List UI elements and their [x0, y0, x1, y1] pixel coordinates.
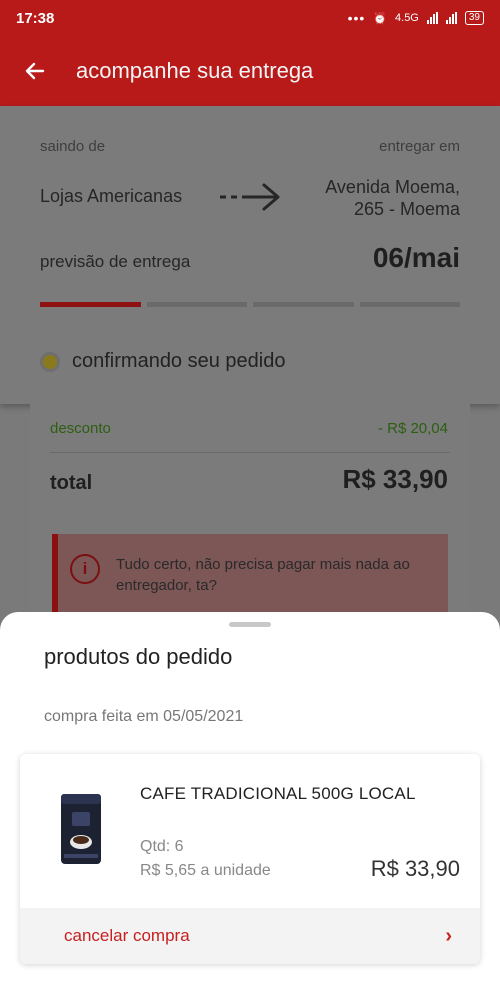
discount-label: desconto	[50, 420, 111, 437]
back-button[interactable]	[0, 59, 70, 83]
network-type: 4.5G	[395, 12, 419, 24]
total-label: total	[50, 472, 93, 494]
route-arrow-icon	[220, 183, 280, 211]
to-label: entregar em	[379, 138, 460, 155]
status-bar: 17:38 ••• ⏰ 4.5G 39	[0, 0, 500, 36]
back-arrow-icon	[25, 62, 45, 80]
signal-icon	[426, 12, 438, 24]
product-quantity: Qtd: 6	[140, 838, 184, 855]
forecast-date: 06/mai	[372, 242, 460, 273]
product-card: CAFE TRADICIONAL 500G LOCAL Qtd: 6 R$ 5,…	[20, 754, 480, 964]
drag-handle[interactable]	[229, 622, 271, 627]
status-icons: ••• ⏰ 4.5G 39	[348, 10, 484, 26]
progress-step	[253, 302, 354, 307]
cancel-purchase-label: cancelar compra	[64, 926, 190, 945]
cancel-purchase-button[interactable]: cancelar compra ›	[20, 908, 480, 964]
delivery-progress-bar	[40, 302, 460, 307]
discount-value: - R$ 20,04	[377, 420, 448, 437]
payment-alert: i Tudo certo, não precisa pagar mais nad…	[52, 534, 448, 624]
alert-text: Tudo certo, não precisa pagar mais nada …	[116, 556, 410, 594]
destination-line-2: 265 - Moema	[353, 199, 460, 219]
progress-step	[359, 302, 460, 307]
order-products-sheet[interactable]: produtos do pedido compra feita em 05/05…	[0, 612, 500, 1000]
progress-step	[146, 302, 247, 307]
order-status: confirmando seu pedido	[40, 350, 285, 373]
app-bar: acompanhe sua entrega	[0, 36, 500, 106]
purchase-date: compra feita em 05/05/2021	[44, 708, 244, 725]
sheet-title: produtos do pedido	[44, 644, 233, 669]
forecast-label: previsão de entrega	[40, 252, 191, 271]
product-name: CAFE TRADICIONAL 500G LOCAL	[140, 784, 416, 803]
chevron-right-icon: ›	[445, 924, 452, 947]
coffee-package-image	[61, 794, 101, 864]
signal-icon-2	[445, 12, 457, 24]
progress-step	[40, 302, 141, 307]
destination-line-1: Avenida Moema,	[325, 177, 460, 197]
more-notifications-icon: •••	[347, 10, 366, 26]
status-dot-icon	[40, 351, 60, 372]
divider	[50, 452, 450, 453]
page-title: acompanhe sua entrega	[76, 58, 314, 83]
from-label: saindo de	[40, 138, 106, 155]
battery-icon: 39	[464, 11, 484, 25]
order-status-text: confirmando seu pedido	[72, 350, 286, 372]
status-time: 17:38	[16, 9, 55, 27]
order-summary: desconto - R$ 20,04 total R$ 33,90 i Tud…	[30, 404, 470, 624]
info-icon: i	[70, 554, 100, 584]
destination-address: Avenida Moema, 265 - Moema	[325, 176, 460, 220]
total-value: R$ 33,90	[342, 464, 448, 494]
alarm-icon: ⏰	[373, 12, 388, 25]
delivery-tracking-card: saindo de entregar em Lojas Americanas A…	[0, 106, 500, 404]
origin-store: Lojas Americanas	[40, 186, 183, 206]
product-price: R$ 33,90	[370, 856, 460, 881]
product-unit-price: R$ 5,65 a unidade	[140, 862, 271, 879]
